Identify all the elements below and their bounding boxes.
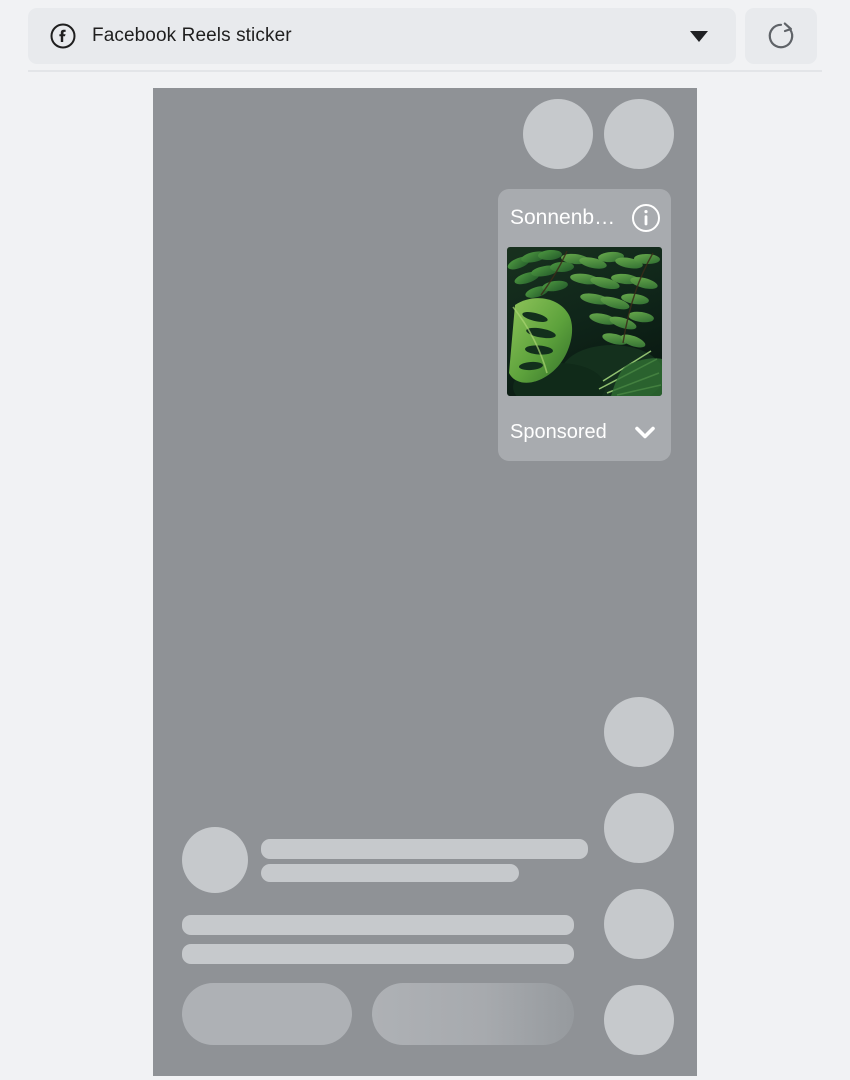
- refresh-icon: [768, 22, 794, 49]
- side-circle-2: [604, 793, 674, 863]
- caption-bar-4: [182, 944, 574, 964]
- side-circle-3: [604, 889, 674, 959]
- action-pill-right: [372, 983, 574, 1045]
- sticker-select-label: Facebook Reels sticker: [92, 25, 292, 46]
- caption-bar-3: [182, 915, 574, 935]
- facebook-icon: [50, 23, 76, 49]
- caption-bar-2: [261, 864, 519, 882]
- avatar-placeholder: [182, 827, 248, 893]
- sticker-title: Sonnenb…: [510, 206, 614, 229]
- action-pill-left: [182, 983, 352, 1045]
- caption-bar-1: [261, 839, 588, 859]
- reels-sticker-card[interactable]: Sonnenb… Sponsored: [498, 189, 671, 461]
- chevron-down-icon[interactable]: [631, 418, 659, 446]
- top-circle-1: [523, 99, 593, 169]
- top-circle-2: [604, 99, 674, 169]
- sticker-card-header: Sonnenb…: [498, 189, 671, 247]
- chevron-down-icon: [690, 30, 708, 42]
- refresh-button[interactable]: [745, 8, 817, 64]
- info-icon[interactable]: [631, 203, 661, 233]
- toolbar-divider: [28, 70, 822, 72]
- sponsored-label: Sponsored: [510, 420, 607, 443]
- side-circle-4: [604, 985, 674, 1055]
- reels-preview-frame: Sonnenb… Sponsored: [153, 88, 697, 1076]
- side-circle-1: [604, 697, 674, 767]
- sticker-product-image: [507, 247, 662, 396]
- sticker-card-footer: Sponsored: [498, 403, 671, 461]
- sticker-select-dropdown[interactable]: Facebook Reels sticker: [28, 8, 736, 64]
- toolbar: Facebook Reels sticker: [0, 0, 850, 72]
